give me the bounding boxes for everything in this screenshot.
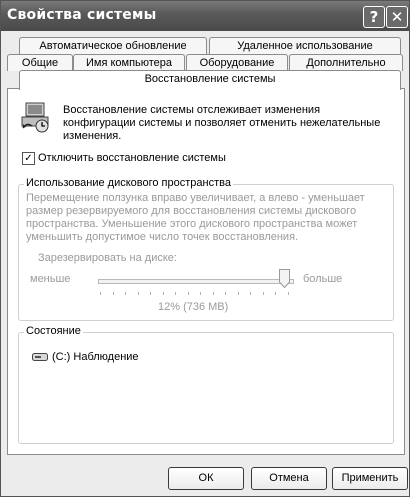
slider-tick [100, 292, 101, 295]
slider-tick [275, 292, 277, 295]
slider-tick [137, 292, 139, 295]
intro-line-3: изменения. [63, 130, 122, 142]
tab-auto-update[interactable]: Автоматическое обновление [19, 37, 207, 54]
slider-tick [112, 292, 114, 295]
slider-tick [150, 292, 152, 295]
status-title: Состояние [24, 325, 83, 337]
disk-usage-title: Использование дискового пространства [24, 177, 233, 189]
cancel-button[interactable]: Отмена [251, 467, 327, 490]
system-restore-panel: Восстановление системы отслеживает измен… [7, 88, 405, 455]
title-bar[interactable]: Свойства системы ? ✕ [1, 1, 409, 31]
reserve-label: Зарезервировать на диске: [38, 252, 177, 264]
close-button[interactable]: ✕ [386, 6, 408, 28]
slider-tick [175, 292, 177, 295]
slider-value-text: 12% (736 MB) [158, 301, 229, 313]
window-title: Свойства системы [7, 7, 157, 23]
disk-desc-line-4: уменьшить допустимое число точек восстан… [26, 231, 299, 243]
slider-tick [212, 292, 214, 295]
slider-tick [125, 292, 127, 295]
slider-tick [187, 292, 189, 295]
status-group [18, 332, 394, 444]
close-icon: ✕ [390, 8, 404, 26]
slider-tick [237, 292, 239, 295]
system-restore-icon [21, 102, 49, 133]
slider-tick [288, 292, 289, 295]
checkmark-icon: ✓ [24, 153, 33, 164]
slider-tick [200, 292, 202, 295]
hard-drive-icon [32, 353, 48, 361]
disable-restore-checkbox[interactable]: ✓ [22, 152, 35, 165]
tab-remote[interactable]: Удаленное использование [209, 37, 401, 54]
disk-slider-track[interactable] [98, 279, 294, 284]
slider-min-label: меньше [30, 273, 71, 285]
intro-line-2: конфигурации системы и позволяет отменит… [63, 117, 381, 129]
disk-desc-line-2: размер резервируемого для восстановления… [26, 205, 357, 217]
apply-button[interactable]: Применить [332, 467, 408, 490]
tab-system-restore[interactable]: Восстановление системы [19, 70, 401, 90]
disk-desc-line-3: пространства. Уменьшение этого дискового… [26, 218, 358, 230]
slider-max-label: больше [303, 273, 343, 285]
intro-line-1: Восстановление системы отслеживает измен… [63, 104, 321, 116]
disk-desc-line-1: Перемещение ползунка вправо увеличивает,… [26, 192, 365, 204]
disk-slider-thumb[interactable] [279, 269, 291, 288]
tab-advanced[interactable]: Дополнительно [289, 54, 403, 71]
help-button[interactable]: ? [363, 6, 385, 28]
ok-button[interactable]: ОК [168, 467, 244, 490]
tab-general[interactable]: Общие [7, 54, 73, 71]
tab-hardware[interactable]: Оборудование [186, 54, 288, 71]
help-icon: ? [369, 8, 379, 26]
slider-tick [250, 292, 252, 295]
tab-computer-name[interactable]: Имя компьютера [73, 54, 185, 71]
slider-tick [225, 292, 227, 295]
slider-tick [162, 292, 164, 295]
system-properties-window: Свойства системы ? ✕ Автоматическое обно… [0, 0, 410, 497]
disable-restore-label[interactable]: Отключить восстановление системы [38, 152, 226, 165]
slider-tick [262, 292, 264, 295]
drive-status-text[interactable]: (C:) Наблюдение [52, 351, 139, 364]
